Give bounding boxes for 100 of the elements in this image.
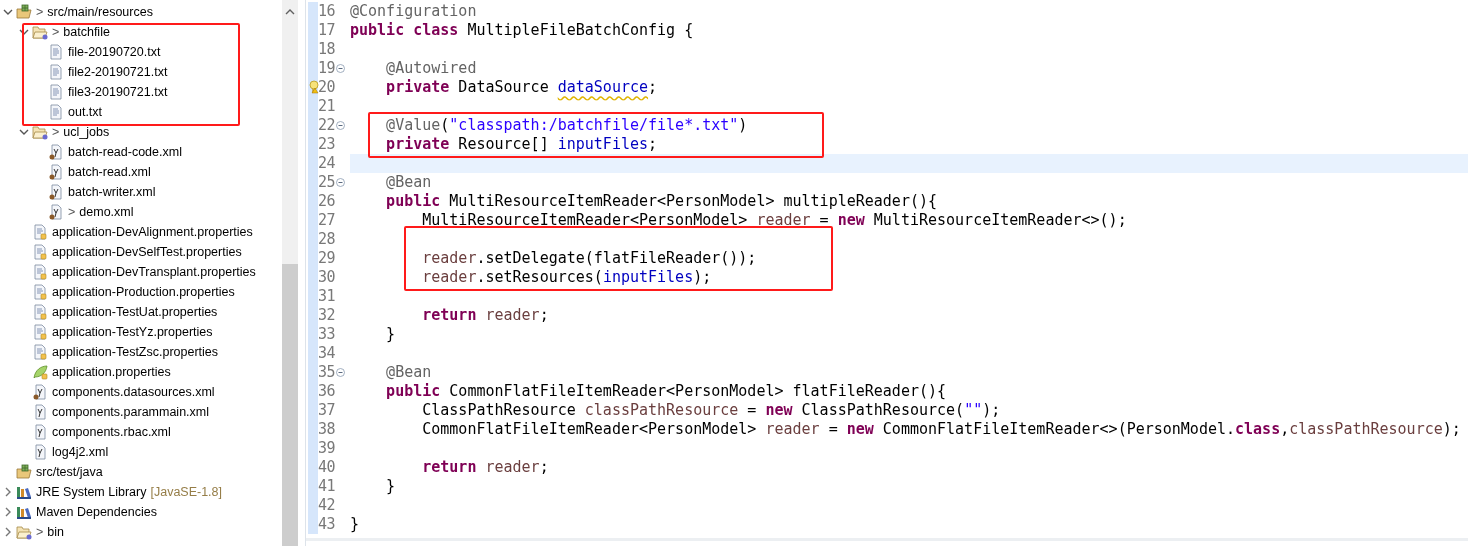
tree-item-label: application-DevTransplant.properties [52,265,256,279]
tree-item[interactable]: file3-20190721.txt [0,82,282,102]
tree-item-label: batch-read.xml [68,165,151,179]
tree-item[interactable]: file2-20190721.txt [0,62,282,82]
code-line: @Value("classpath:/batchfile/file*.txt") [385,116,748,135]
tree-item-label: components.datasources.xml [52,385,215,399]
scrollbar[interactable] [282,0,298,546]
line-number: 26 [318,192,336,211]
code-line: @Bean [385,363,432,382]
line-number: 35 [318,363,336,382]
line-number: 42 [318,496,336,515]
line-number: 17 [318,21,336,40]
tree-item-label: application-TestYz.properties [52,325,213,339]
line-number: 20 [318,78,336,97]
text-file-icon [48,104,64,120]
code-line: reader.setDelegate(flatFileReader()); [421,249,757,268]
collapse-icon[interactable] [336,368,346,377]
line-number: 32 [318,306,336,325]
line-number: 34 [318,344,336,363]
tree-item[interactable]: out.txt [0,102,282,122]
tree-item-label: file2-20190721.txt [68,65,168,79]
document-icon [32,344,48,360]
tree-item[interactable]: application-TestUat.properties [0,302,282,322]
xml-file-icon [32,404,48,420]
tree-item[interactable]: application-TestZsc.properties [0,342,282,362]
tree-item-label: application-TestZsc.properties [52,345,219,359]
line-number: 25 [318,173,336,192]
tree-item-suffix: [JavaSE-1.8] [150,485,223,499]
tree-item[interactable]: components.parammain.xml [0,402,282,422]
tree-item[interactable]: JRE System Library [JavaSE-1.8] [0,482,282,502]
tree-item[interactable]: components.rbac.xml [0,422,282,442]
tree-item[interactable]: Maven Dependencies [0,502,282,522]
line-number: 30 [318,268,336,287]
warning-bulb-icon[interactable] [309,80,319,94]
document-icon [32,304,48,320]
decoration-mark: > [36,525,44,539]
tree-item[interactable]: file-20190720.txt [0,42,282,62]
line-number: 18 [318,40,336,59]
tree-item[interactable]: > ucl_jobs [0,122,282,142]
code-line: @Configuration [350,2,477,21]
tree-item[interactable]: application-DevSelfTest.properties [0,242,282,262]
xml-file-icon [48,184,64,200]
xml-file-icon [32,424,48,440]
tree-item[interactable]: batch-writer.xml [0,182,282,202]
tree-item[interactable]: > demo.xml [0,202,282,222]
tree-item-label: ucl_jobs [63,125,110,139]
code-line: @Autowired [385,59,477,78]
tree-item[interactable]: log4j2.xml [0,442,282,462]
tree-item[interactable]: application-Production.properties [0,282,282,302]
tree-item-label: application-TestUat.properties [52,305,218,319]
chevron-down-icon[interactable] [19,127,29,137]
tree-item-label: file-20190720.txt [68,45,161,59]
text-file-icon [48,84,64,100]
line-number: 36 [318,382,336,401]
line-number: 29 [318,249,336,268]
line-number: 38 [318,420,336,439]
tree-item[interactable]: batch-read.xml [0,162,282,182]
document-icon [32,284,48,300]
tree-item[interactable]: components.datasources.xml [0,382,282,402]
tree-item[interactable]: > bin [0,522,282,542]
tree-item[interactable]: > src/main/resources [0,2,282,22]
line-number: 39 [318,439,336,458]
code-line: public CommonFlatFileItemReader<PersonModel> flatFileReader(){ [385,382,947,401]
collapse-icon[interactable] [336,121,346,130]
code-line: return reader; [421,306,549,325]
tree-item[interactable]: src/test/java [0,462,282,482]
tree-item[interactable]: application-DevAlignment.properties [0,222,282,242]
decoration-mark: > [52,125,60,139]
tree-item-label: application-Production.properties [52,285,235,299]
tree-item-label: batch-writer.xml [68,185,156,199]
line-number: 31 [318,287,336,306]
leaf-icon [32,364,48,380]
tree-item[interactable]: application.properties [0,362,282,382]
line-number: 28 [318,230,336,249]
tree-item[interactable]: > batchfile [0,22,282,42]
tree-item-label: components.rbac.xml [52,425,171,439]
line-number: 41 [318,477,336,496]
tree-item[interactable]: application-DevTransplant.properties [0,262,282,282]
line-number: 22 [318,116,336,135]
line-number: 37 [318,401,336,420]
text-file-icon [48,64,64,80]
line-number: 24 [318,154,336,173]
code-line: } [385,477,396,496]
tree-item[interactable]: batch-read-code.xml [0,142,282,162]
tree-item-label: bin [47,525,64,539]
collapse-icon[interactable] [336,64,346,73]
tree-item-label: src/main/resources [47,5,153,19]
text-file-icon [48,44,64,60]
books-icon [16,504,32,520]
code-line: private Resource[] inputFiles; [385,135,658,154]
tree-item-label: demo.xml [79,205,134,219]
scroll-up-icon[interactable] [285,8,295,16]
line-number: 27 [318,211,336,230]
document-icon [32,224,48,240]
line-number: 40 [318,458,336,477]
xml-file-icon [48,204,64,220]
collapse-icon[interactable] [336,178,346,187]
xml-file-icon [48,164,64,180]
tree-item[interactable]: application-TestYz.properties [0,322,282,342]
document-icon [32,244,48,260]
